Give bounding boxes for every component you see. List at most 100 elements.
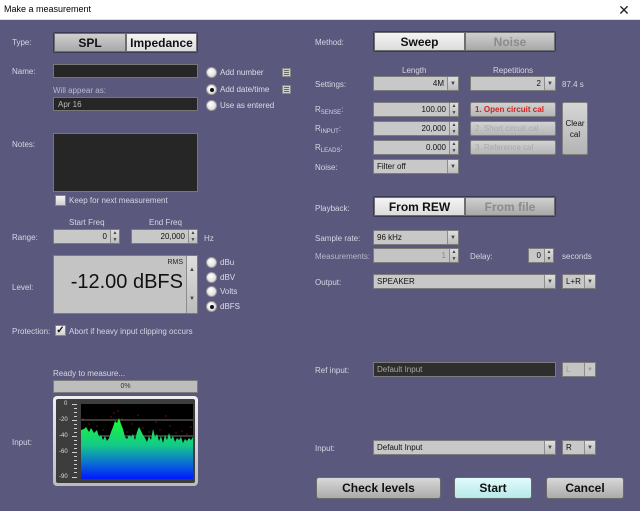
unit-volts-radio[interactable] (206, 286, 217, 297)
level-value: -12.00 dBFS (70, 271, 183, 293)
ref-input-channel-dropdown[interactable]: L ▼ (562, 362, 596, 377)
repetitions-value: 2 (536, 79, 541, 88)
rinput-spinner[interactable]: 20,000 ▲ ▼ (373, 121, 459, 136)
abort-clipping-checkbox[interactable]: ✓ (55, 325, 66, 336)
unit-dbu-radio[interactable] (206, 257, 217, 268)
ref-input-device-field[interactable]: Default Input (373, 362, 556, 377)
delay-value: 0 (536, 251, 541, 260)
input-meter-label: Input: (12, 438, 33, 447)
level-mode-label: RMS (167, 259, 183, 266)
delay-label: Delay: (470, 252, 493, 261)
chevron-down-icon[interactable]: ▼ (584, 363, 595, 376)
window-title: Make a measurement (4, 4, 92, 14)
repetitions-label: Repetitions (493, 66, 534, 75)
clear-cal-label: Clear cal (565, 118, 584, 140)
sample-rate-value: 96 kHz (377, 233, 402, 242)
abort-clipping-label: Abort if heavy input clipping occurs (69, 327, 193, 336)
repetitions-dropdown[interactable]: 2 ▼ (470, 76, 556, 91)
spin-down-icon[interactable]: ▼ (111, 237, 119, 244)
rleads-spinner[interactable]: 0.000 ▲ ▼ (373, 140, 459, 155)
chevron-down-icon[interactable]: ▼ (544, 275, 555, 288)
spin-down-icon[interactable]: ▼ (450, 256, 458, 263)
clear-cal-button[interactable]: Clear cal (562, 102, 588, 155)
sample-rate-label: Sample rate: (315, 234, 361, 243)
unit-dbfs-radio[interactable] (206, 301, 217, 312)
end-freq-value: 20,000 (160, 232, 185, 241)
type-spl-button[interactable]: SPL (54, 33, 126, 52)
keep-notes-checkbox[interactable] (55, 195, 66, 206)
method-selector: Sweep Noise (373, 31, 556, 52)
spin-down-icon[interactable]: ▼ (187, 285, 197, 314)
input-channel-dropdown[interactable]: R ▼ (562, 440, 596, 455)
add-datetime-radio[interactable] (206, 84, 217, 95)
noise-filter-dropdown[interactable]: Filter off ▼ (373, 159, 459, 174)
spin-up-icon[interactable]: ▲ (187, 256, 197, 285)
freq-unit-label: Hz (204, 234, 214, 243)
chevron-down-icon[interactable]: ▼ (584, 441, 595, 454)
output-label: Output: (315, 278, 342, 287)
chevron-down-icon[interactable]: ▼ (544, 441, 555, 454)
chevron-down-icon[interactable]: ▼ (584, 275, 595, 288)
delay-spinner[interactable]: 0 ▲ ▼ (528, 248, 554, 263)
use-as-entered-label: Use as entered (220, 101, 275, 110)
notes-textarea[interactable] (53, 133, 198, 192)
spin-down-icon[interactable]: ▼ (450, 148, 458, 155)
noise-filter-value: Filter off (377, 162, 406, 171)
rinput-label: RINPUT: (315, 124, 342, 135)
length-dropdown[interactable]: 4M ▼ (373, 76, 459, 91)
spin-down-icon[interactable]: ▼ (450, 110, 458, 117)
will-appear-field: Apr 16 (53, 97, 198, 111)
range-label: Range: (12, 233, 38, 242)
measurements-spinner[interactable]: 1 ▲ ▼ (373, 248, 459, 263)
type-impedance-button[interactable]: Impedance (126, 33, 197, 52)
start-button[interactable]: Start (454, 477, 532, 499)
chevron-down-icon[interactable]: ▼ (447, 77, 458, 90)
use-as-entered-radio[interactable] (206, 100, 217, 111)
level-spinner[interactable]: RMS -12.00 dBFS ▲ ▼ (53, 255, 198, 314)
start-freq-spinner[interactable]: 0 ▲ ▼ (53, 229, 120, 244)
close-icon[interactable]: ✕ (614, 1, 634, 19)
length-label: Length (402, 66, 427, 75)
cancel-button[interactable]: Cancel (546, 477, 624, 499)
type-selector: SPL Impedance (53, 32, 198, 53)
name-label: Name: (12, 67, 36, 76)
name-input[interactable] (53, 64, 198, 78)
delay-unit-label: seconds (562, 252, 592, 261)
spin-down-icon[interactable]: ▼ (189, 237, 197, 244)
playback-selector: From REW From file (373, 196, 556, 217)
short-circuit-cal-button[interactable]: 2. Short circuit cal (470, 121, 556, 136)
status-text: Ready to measure... (53, 369, 126, 378)
unit-dbv-radio[interactable] (206, 272, 217, 283)
check-levels-button[interactable]: Check levels (316, 477, 441, 499)
reference-cal-button[interactable]: 3. Reference cal (470, 140, 556, 155)
meter-tick-label: -20 (59, 417, 68, 423)
input-level-meter: 0 -20 -40 -60 -90 (53, 396, 198, 486)
end-freq-spinner[interactable]: 20,000 ▲ ▼ (131, 229, 198, 244)
output-channel-dropdown[interactable]: L+R ▼ (562, 274, 596, 289)
sample-rate-dropdown[interactable]: 96 kHz ▼ (373, 230, 459, 245)
input-device-dropdown[interactable]: Default Input ▼ (373, 440, 556, 455)
method-sweep-button[interactable]: Sweep (374, 32, 465, 51)
datetime-format-icon[interactable] (282, 85, 291, 94)
add-number-radio[interactable] (206, 67, 217, 78)
playback-from-file-button[interactable]: From file (465, 197, 555, 216)
output-device-dropdown[interactable]: SPEAKER ▼ (373, 274, 556, 289)
spin-down-icon[interactable]: ▼ (545, 256, 553, 263)
chevron-down-icon[interactable]: ▼ (544, 77, 555, 90)
rleads-label-sub: LEADS (320, 148, 341, 154)
method-noise-button[interactable]: Noise (465, 32, 555, 51)
rleads-label: RLEADS: (315, 143, 343, 154)
clear-cal-line1: Clear (565, 118, 585, 128)
meter-tick-label: -90 (59, 474, 68, 480)
spin-down-icon[interactable]: ▼ (450, 129, 458, 136)
playback-from-rew-button[interactable]: From REW (374, 197, 465, 216)
meter-graphic (72, 404, 193, 479)
number-format-icon[interactable] (282, 68, 291, 77)
open-circuit-cal-button[interactable]: 1. Open circuit cal (470, 102, 556, 117)
unit-volts-label: Volts (220, 287, 238, 296)
rsense-spinner[interactable]: 100.00 ▲ ▼ (373, 102, 459, 117)
chevron-down-icon[interactable]: ▼ (447, 231, 458, 244)
length-value: 4M (432, 79, 444, 88)
type-label: Type: (12, 38, 32, 47)
chevron-down-icon[interactable]: ▼ (447, 160, 458, 173)
